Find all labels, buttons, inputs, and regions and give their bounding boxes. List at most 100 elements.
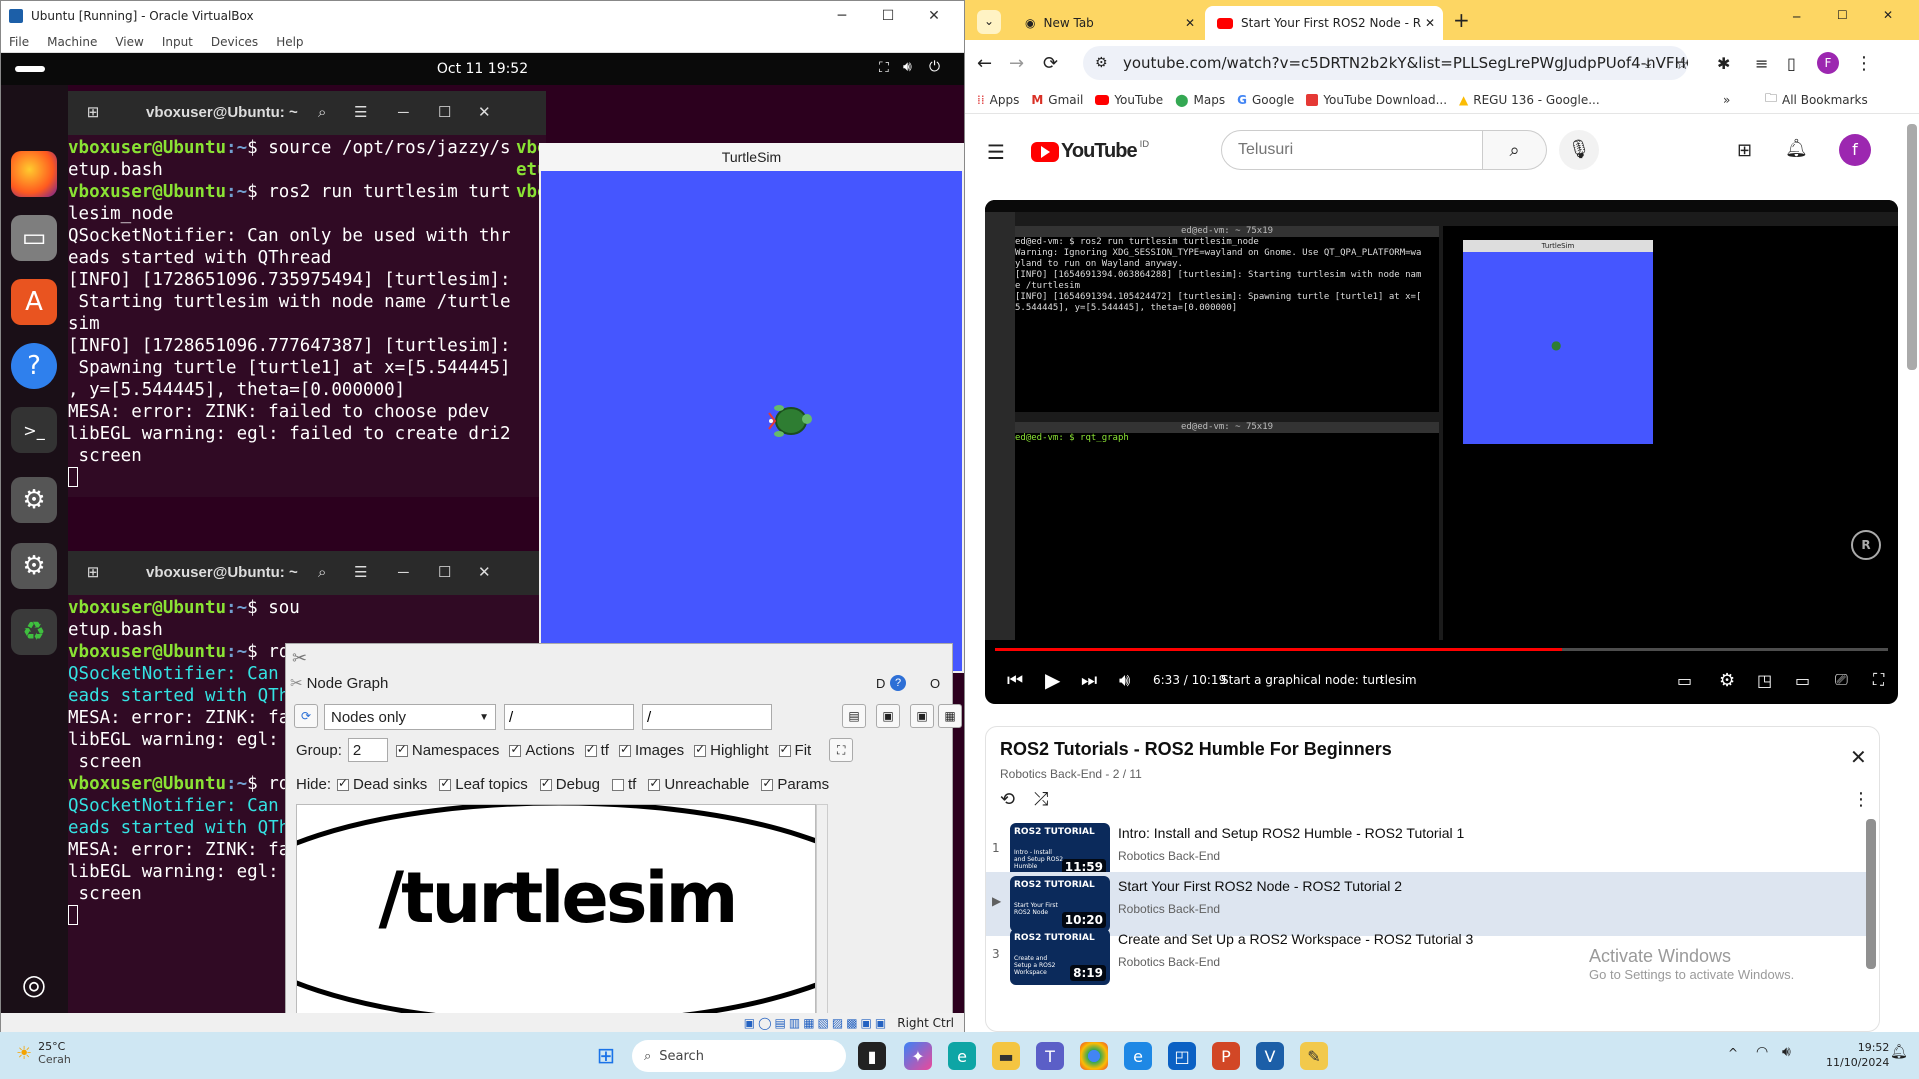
refresh-icon[interactable]: ⟳ [294,704,318,728]
close-button[interactable]: ✕ [911,1,957,31]
chevron-right-icon[interactable]: › [1379,673,1384,687]
graph-canvas[interactable]: /turtlesim [296,804,816,1013]
forward-button[interactable]: → [1009,53,1024,74]
hide-params[interactable]: Params [761,776,829,793]
media-icon[interactable]: ≡ [1755,54,1768,73]
address-bar[interactable]: ⚙ youtube.com/watch?v=c5DRTN2b2kY&list=P… [1083,46,1688,80]
tab-search-icon[interactable]: ⌄ [977,10,1001,34]
dead-sinks-checkbox[interactable] [337,776,350,791]
powerpoint-icon[interactable]: P [1212,1042,1240,1070]
hide-unreachable[interactable]: Unreachable [648,776,749,793]
playlist-title[interactable]: ROS2 Tutorials - ROS2 Humble For Beginne… [1000,739,1392,760]
taskbar-search[interactable]: ⌕ Search [632,1040,846,1072]
params-checkbox[interactable] [761,776,774,791]
gnome-clock[interactable]: Oct 11 19:52 [437,61,528,77]
sticky-app-icon[interactable]: ✎ [1300,1042,1328,1070]
youtube-logo[interactable]: YouTube ID [1031,140,1149,163]
maximize-button[interactable]: ☐ [865,1,911,31]
save-image-icon[interactable]: ▦ [938,704,962,728]
volume-icon[interactable]: 🔊︎ [903,59,912,75]
playlist-more-icon[interactable]: ⋮ [1852,789,1870,810]
tf-checkbox[interactable] [584,742,597,757]
notifications-icon[interactable]: 🔔︎ [1785,138,1808,159]
new-tab-icon[interactable]: ⊞ [82,102,104,124]
activities-indicator[interactable] [15,66,45,72]
images-checkbox[interactable] [618,742,631,757]
fullscreen-icon[interactable]: ⛶ [1873,670,1884,690]
turtlesim-window[interactable]: TurtleSim [539,143,964,673]
fit-view-icon[interactable]: ⛶ [829,738,854,762]
help-icon[interactable]: ? [11,343,57,389]
bookmark-apps[interactable]: ⁞⁞ Apps [977,93,1019,107]
hamburger-menu-icon[interactable]: ☰ [987,140,1005,164]
rqt-tools-icon[interactable]: ✂ [292,648,307,669]
hide-tf[interactable]: tf [611,776,636,793]
teams-icon[interactable]: T [1036,1042,1064,1070]
store-icon[interactable]: ◰ [1168,1042,1196,1070]
minimize-icon[interactable]: ─ [398,562,409,584]
option-actions[interactable]: Actions [509,742,575,759]
youtube-search-input[interactable] [1221,130,1483,170]
window-close-button[interactable]: ✕ [1883,8,1893,22]
save-dot-icon[interactable]: ▣ [876,704,900,728]
notification-bell-icon[interactable]: 🔔︎ [1890,1044,1908,1060]
window-restore-button[interactable]: ☐ [1837,8,1848,22]
group-spinbox[interactable]: 2 [347,738,388,762]
playlist-scrollbar[interactable] [1866,819,1876,969]
tab-youtube[interactable]: Start Your First ROS2 Node - R ✕ [1205,6,1443,40]
next-icon[interactable]: ⏭ [1081,670,1097,691]
fit-checkbox[interactable] [778,742,791,757]
edge-dev-icon[interactable]: e [1124,1042,1152,1070]
site-info-icon[interactable]: ⚙ [1095,55,1108,71]
leaf-topics-checkbox[interactable] [439,776,452,791]
option-tf[interactable]: tf [584,742,609,759]
side-panel-icon[interactable]: ▯ [1787,54,1796,73]
hamburger-menu-icon[interactable]: ☰ [354,102,367,124]
bookmark-google[interactable]: G Google [1237,93,1294,107]
chrome-menu-icon[interactable]: ⋮ [1855,53,1873,74]
trash-icon[interactable]: ♻ [11,609,57,655]
menu-input[interactable]: Input [162,35,193,49]
new-tab-icon[interactable]: ⊞ [82,562,104,584]
power-icon[interactable]: ⏻ [929,59,940,75]
app-center-icon[interactable]: A [11,279,57,325]
hide-dead-sinks[interactable]: Dead sinks [337,776,427,793]
close-icon[interactable]: ✕ [478,102,491,124]
subtitles-icon[interactable]: ▭ [1677,671,1692,690]
hide-debug[interactable]: Debug [539,776,600,793]
help-icon[interactable]: ? [890,675,906,691]
loop-icon[interactable]: ⟲ [1000,789,1015,810]
voice-search-icon[interactable]: 🎙︎ [1559,130,1599,170]
more-bookmarks-icon[interactable]: » [1723,93,1730,107]
topic-filter-input[interactable] [642,704,772,730]
page-scrollbar[interactable] [1907,124,1917,370]
playlist-item-title[interactable]: Create and Set Up a ROS2 Workspace - ROS… [1118,931,1473,947]
bookmark-regu[interactable]: ▲ REGU 136 - Google... [1459,93,1600,107]
maximize-icon[interactable]: ☐ [438,562,451,584]
close-playlist-icon[interactable]: ✕ [1850,745,1867,769]
settings-icon-1[interactable]: ⚙ [11,477,57,523]
settings-icon[interactable]: ⚙ [1719,670,1735,691]
terminal-window-1[interactable]: ⊞ vboxuser@Ubuntu: ~ ⌕ ☰ ─ ☐ ✕ vboxuser@… [68,91,516,497]
terminal-1-output[interactable]: vboxuser@Ubuntu:~$ source /opt/ros/jazzy… [68,135,516,487]
mode-select[interactable]: Nodes only ▼ [324,704,496,730]
menu-help[interactable]: Help [276,35,303,49]
chrome-taskbar-icon[interactable] [1080,1042,1108,1070]
close-tab-icon[interactable]: ✕ [1425,16,1435,30]
window-minimize-button[interactable]: ─ [1793,10,1800,24]
start-button[interactable]: ⊞ [592,1042,620,1070]
close-plugin-icon[interactable]: O [930,676,940,691]
rqt-help-d[interactable]: D [876,676,885,691]
close-icon[interactable]: ✕ [478,562,491,584]
firefox-icon[interactable] [11,151,57,197]
taskbar-clock[interactable]: 19:52 11/10/2024 [1826,1040,1889,1070]
virtualbox-taskbar-icon[interactable]: V [1256,1042,1284,1070]
maximize-icon[interactable]: ☐ [438,102,451,124]
terminal-icon[interactable]: >_ [11,407,57,453]
namespaces-checkbox[interactable] [395,742,408,757]
previous-icon[interactable]: ⏮ [1007,670,1023,691]
rqt-graph-window[interactable]: ✂ ✂ Node Graph D ? O ⟳ Nodes only ▼ ▤ ▣ ▣… [285,643,962,1013]
playlist-thumbnail[interactable]: ROS2 TUTORIAL Start Your First ROS2 Node 1… [1010,876,1110,932]
node-label[interactable]: /turtlesim [297,857,815,939]
option-namespaces[interactable]: Namespaces [395,742,499,759]
